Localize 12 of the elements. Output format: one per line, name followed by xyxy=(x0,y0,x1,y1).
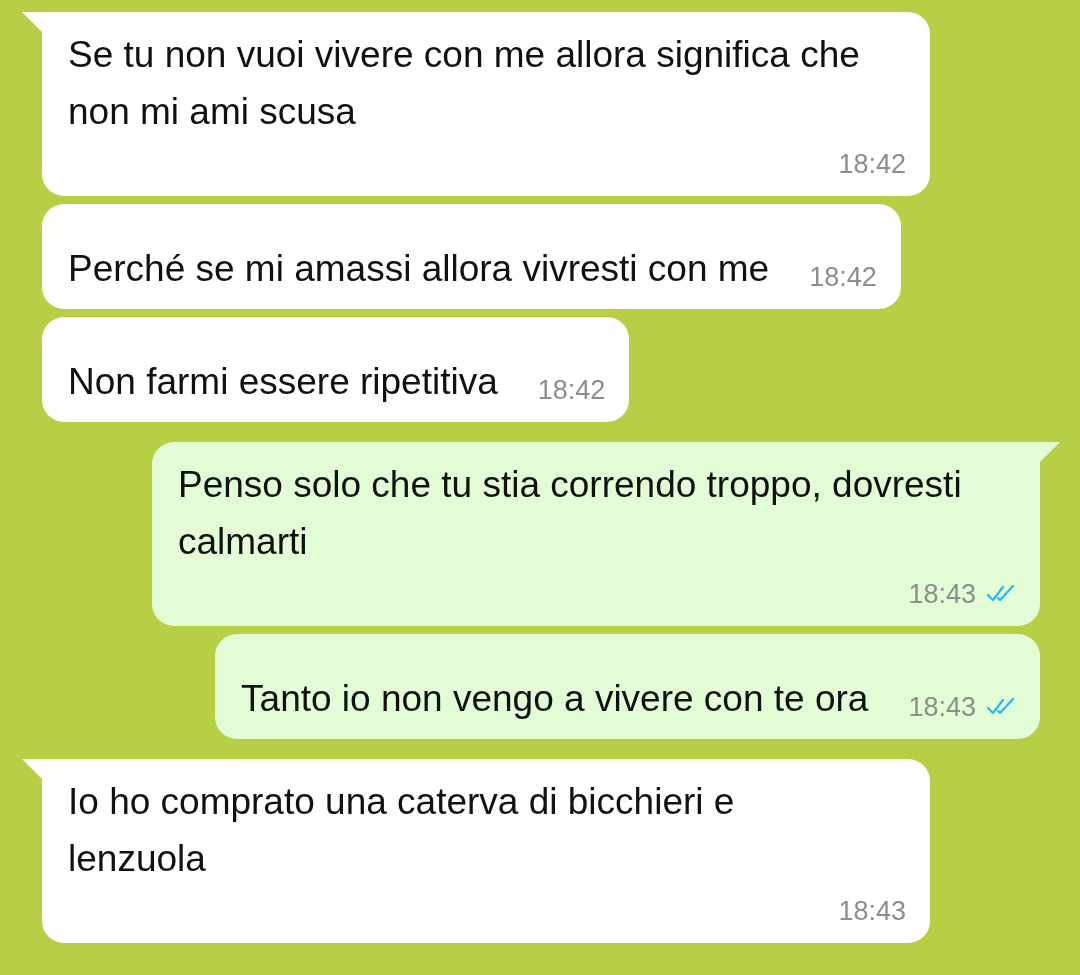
message-time: 18:43 xyxy=(908,691,976,724)
message-text: Non farmi essere ripetitiva xyxy=(68,360,498,404)
message-text: Tanto io non vengo a vivere con te ora xyxy=(241,677,869,721)
message-time: 18:43 xyxy=(908,578,976,611)
message-text: Penso solo che tu stia correndo troppo, dovresti calmarti xyxy=(178,463,963,564)
message-text: Io ho comprato una caterva di bicchieri e lenzuola xyxy=(68,780,736,881)
message-time: 18:42 xyxy=(537,374,606,407)
message-text: Se tu non vuoi vivere con me allora significa che non mi ami scusa xyxy=(68,33,861,134)
message-time: 18:43 xyxy=(838,895,906,928)
message-time: 18:42 xyxy=(838,148,906,181)
message-text: Perché se mi amassi allora vivresti con me xyxy=(68,247,770,291)
message-time: 18:42 xyxy=(809,261,877,294)
